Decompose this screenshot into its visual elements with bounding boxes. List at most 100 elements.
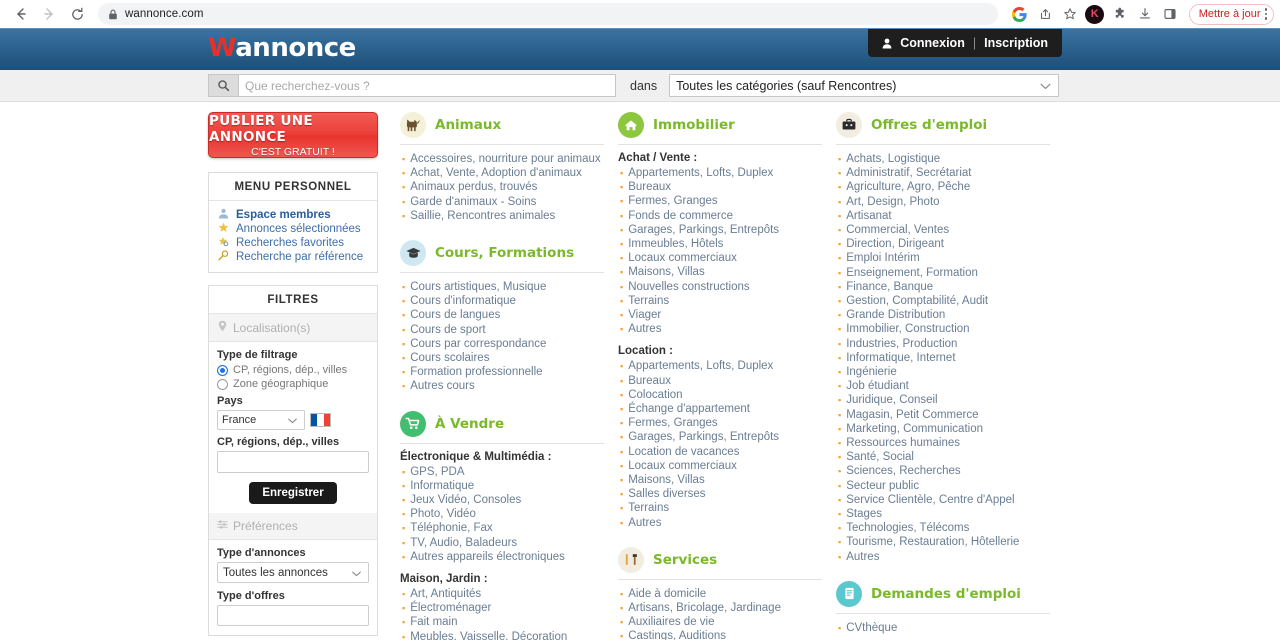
category-link[interactable]: ▪Location de vacances	[618, 445, 822, 459]
category-link[interactable]: ▪Autres cours	[400, 379, 604, 393]
category-link[interactable]: ▪Cours par correspondance	[400, 337, 604, 351]
category-link[interactable]: ▪Tourisme, Restauration, Hôtellerie	[836, 535, 1050, 549]
save-button[interactable]: Enregistrer	[249, 482, 336, 504]
category-header-cours-formations[interactable]: Cours, Formations	[400, 240, 604, 273]
category-link[interactable]: ▪Marketing, Communication	[836, 422, 1050, 436]
category-link[interactable]: ▪Animaux perdus, trouvés	[400, 180, 604, 194]
category-link[interactable]: ▪Viager	[618, 308, 822, 322]
sidebar-item-recherches-favorites[interactable]: Recherches favorites	[217, 236, 377, 250]
category-link[interactable]: ▪Garde d'animaux - Soins	[400, 195, 604, 209]
radio-cp-regions[interactable]: CP, régions, dép., villes	[217, 364, 369, 376]
category-link[interactable]: ▪Stages	[836, 507, 1050, 521]
category-link[interactable]: ▪Appartements, Lofts, Duplex	[618, 359, 822, 373]
category-link[interactable]: ▪Commercial, Ventes	[836, 223, 1050, 237]
category-link[interactable]: ▪Secteur public	[836, 479, 1050, 493]
category-link[interactable]: ▪Colocation	[618, 388, 822, 402]
share-icon[interactable]	[1033, 2, 1057, 26]
category-link[interactable]: ▪Fait main	[400, 615, 604, 629]
side-panel-icon[interactable]	[1158, 2, 1182, 26]
category-link[interactable]: ▪Cours de langues	[400, 308, 604, 322]
category-header-services[interactable]: Services	[618, 547, 822, 580]
category-link[interactable]: ▪Service Clientèle, Centre d'Appel	[836, 493, 1050, 507]
category-header-immobilier[interactable]: Immobilier	[618, 112, 822, 145]
category-link[interactable]: ▪Achat, Vente, Adoption d'animaux	[400, 166, 604, 180]
category-link[interactable]: ▪Fermes, Granges	[618, 194, 822, 208]
extensions-icon[interactable]	[1108, 2, 1132, 26]
offer-type-select[interactable]	[217, 605, 369, 626]
category-link[interactable]: ▪Autres	[618, 516, 822, 530]
category-link[interactable]: ▪Artisanat	[836, 209, 1050, 223]
category-header-demandes-emploi[interactable]: Demandes d'emploi	[836, 581, 1050, 614]
category-link[interactable]: ▪Informatique	[400, 479, 604, 493]
category-link[interactable]: ▪Santé, Social	[836, 450, 1050, 464]
category-link[interactable]: ▪Administratif, Secrétariat	[836, 166, 1050, 180]
radio-zone-geographique[interactable]: Zone géographique	[217, 378, 369, 390]
category-select[interactable]: Toutes les catégories (sauf Rencontres)	[669, 74, 1059, 97]
category-link[interactable]: ▪Sciences, Recherches	[836, 464, 1050, 478]
radio-button-icon[interactable]	[217, 365, 228, 376]
preferences-section-header[interactable]: Préférences	[209, 513, 377, 540]
address-bar[interactable]: wannonce.com	[98, 3, 998, 25]
category-link[interactable]: ▪Bureaux	[618, 180, 822, 194]
category-link[interactable]: ▪Aide à domicile	[618, 587, 822, 601]
profile-icon[interactable]: K	[1083, 2, 1107, 26]
category-link[interactable]: ▪Magasin, Petit Commerce	[836, 408, 1050, 422]
category-link[interactable]: ▪Industries, Production	[836, 337, 1050, 351]
category-link[interactable]: ▪Ingénierie	[836, 365, 1050, 379]
sidebar-item-recherche-par-reference[interactable]: Recherche par référence	[217, 250, 377, 264]
country-select[interactable]: France	[217, 410, 305, 430]
category-link[interactable]: ▪Fonds de commerce	[618, 209, 822, 223]
category-link[interactable]: ▪Locaux commerciaux	[618, 251, 822, 265]
category-link[interactable]: ▪Informatique, Internet	[836, 351, 1050, 365]
category-link[interactable]: ▪Accessoires, nourriture pour animaux	[400, 152, 604, 166]
ad-type-select[interactable]: Toutes les annonces	[217, 562, 369, 583]
category-link[interactable]: ▪Échange d'appartement	[618, 402, 822, 416]
category-link[interactable]: ▪Juridique, Conseil	[836, 393, 1050, 407]
sidebar-item-annonces-selectionnees[interactable]: Annonces sélectionnées	[217, 222, 377, 236]
google-icon[interactable]	[1008, 2, 1032, 26]
category-link[interactable]: ▪Téléphonie, Fax	[400, 521, 604, 535]
register-link[interactable]: Inscription	[984, 36, 1048, 50]
category-link[interactable]: ▪Maisons, Villas	[618, 473, 822, 487]
category-link[interactable]: ▪Technologies, Télécoms	[836, 521, 1050, 535]
category-link[interactable]: ▪Cours scolaires	[400, 351, 604, 365]
downloads-icon[interactable]	[1133, 2, 1157, 26]
category-link[interactable]: ▪TV, Audio, Baladeurs	[400, 536, 604, 550]
category-header-a-vendre[interactable]: À Vendre	[400, 411, 604, 444]
category-link[interactable]: ▪Nouvelles constructions	[618, 280, 822, 294]
category-link[interactable]: ▪Auxiliaires de vie	[618, 615, 822, 629]
category-link[interactable]: ▪Autres	[618, 322, 822, 336]
category-link[interactable]: ▪Autres	[836, 550, 1050, 564]
update-button[interactable]: Mettre à jour	[1189, 4, 1274, 25]
category-link[interactable]: ▪Autres appareils électroniques	[400, 550, 604, 564]
category-link[interactable]: ▪Achats, Logistique	[836, 152, 1050, 166]
category-link[interactable]: ▪Bureaux	[618, 374, 822, 388]
category-link[interactable]: ▪Art, Design, Photo	[836, 195, 1050, 209]
category-link[interactable]: ▪Garages, Parkings, Entrepôts	[618, 430, 822, 444]
category-link[interactable]: ▪Jeux Vidéo, Consoles	[400, 493, 604, 507]
category-link[interactable]: ▪Meubles, Vaisselle, Décoration	[400, 630, 604, 640]
category-link[interactable]: ▪Emploi Intérim	[836, 251, 1050, 265]
category-link[interactable]: ▪Électroménager	[400, 601, 604, 615]
category-link[interactable]: ▪Castings, Auditions	[618, 629, 822, 640]
category-link[interactable]: ▪Finance, Banque	[836, 280, 1050, 294]
category-link[interactable]: ▪Grande Distribution	[836, 308, 1050, 322]
radio-button-icon[interactable]	[217, 379, 228, 390]
category-link[interactable]: ▪Ressources humaines	[836, 436, 1050, 450]
category-link[interactable]: ▪Fermes, Granges	[618, 416, 822, 430]
category-link[interactable]: ▪Formation professionnelle	[400, 365, 604, 379]
reload-icon[interactable]	[64, 1, 90, 27]
localisation-section-header[interactable]: Localisation(s)	[209, 314, 377, 342]
bookmark-star-icon[interactable]	[1058, 2, 1082, 26]
category-link[interactable]: ▪Immobilier, Construction	[836, 322, 1050, 336]
category-link[interactable]: ▪Appartements, Lofts, Duplex	[618, 166, 822, 180]
chrome-menu-icon[interactable]	[1265, 8, 1268, 20]
back-arrow-icon[interactable]	[8, 1, 34, 27]
category-link[interactable]: ▪GPS, PDA	[400, 465, 604, 479]
zip-input[interactable]	[217, 451, 369, 473]
category-link[interactable]: ▪Salles diverses	[618, 487, 822, 501]
category-link[interactable]: ▪CVthèque	[836, 621, 1050, 635]
category-link[interactable]: ▪Job étudiant	[836, 379, 1050, 393]
category-link[interactable]: ▪Cours d'informatique	[400, 294, 604, 308]
publish-ad-button[interactable]: PUBLIER UNE ANNONCE C'EST GRATUIT !	[208, 112, 378, 158]
